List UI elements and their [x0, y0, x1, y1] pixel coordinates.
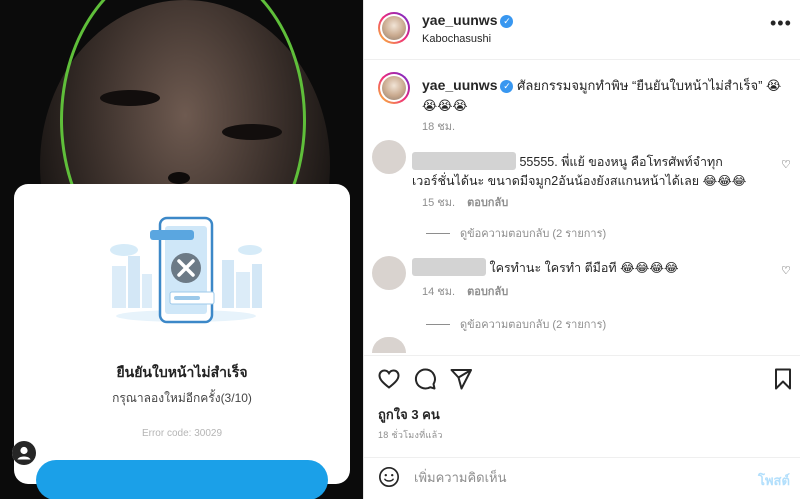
view-replies-button[interactable]: ดูข้อความตอบกลับ (2 รายการ): [426, 315, 606, 333]
comment-meta: 15 ชม. ตอบกลับ: [422, 193, 508, 211]
tagged-user-icon[interactable]: [12, 441, 36, 465]
caption-avatar[interactable]: [378, 72, 410, 104]
commenter-avatar[interactable]: [372, 337, 406, 353]
author-username[interactable]: yae_uunws: [422, 12, 497, 28]
view-replies-button[interactable]: ดูข้อความตอบกลับ (2 รายการ): [426, 224, 606, 242]
header-divider: [364, 59, 800, 60]
commenter-username-blurred[interactable]: [412, 152, 516, 170]
share-send-icon[interactable]: [448, 367, 474, 391]
likes-count[interactable]: ถูกใจ 3 คน: [378, 404, 440, 425]
commenter-username-blurred[interactable]: [412, 258, 486, 276]
dialog-subtitle: กรุณาลองใหม่อีกครั้ง(3/10): [112, 391, 252, 405]
bookmark-save-icon[interactable]: [770, 367, 796, 391]
reply-button[interactable]: ตอบกลับ: [467, 286, 508, 298]
error-code: Error code: 30029: [141, 428, 223, 439]
add-comment-divider: [364, 457, 800, 458]
verified-badge-icon: ✓: [500, 80, 514, 93]
comment-time: 14 ชม.: [422, 286, 456, 298]
add-comment-input[interactable]: [414, 467, 744, 487]
comment-meta: 14 ชม. ตอบกลับ: [422, 282, 508, 300]
emoji-smiley-icon[interactable]: [378, 466, 400, 488]
actions-divider: [364, 355, 800, 356]
post-caption: yae_uunws ✓ ศัลยกรรมจมูกทำพิษ “ยืนยันใบหน…: [422, 75, 782, 116]
caption-username[interactable]: yae_uunws: [422, 77, 497, 93]
view-replies-label: ดูข้อความตอบกลับ (2 รายการ): [460, 228, 607, 240]
dialog-title: ยืนยันใบหน้าไม่สำเร็จ: [116, 364, 248, 380]
comment: ใครทำนะ ใครทำ ตีมือที 😂😂😂😂: [412, 258, 762, 278]
verification-failed-dialog: ยืนยันใบหน้าไม่สำเร็จ กรุณาลองใหม่อีกครั…: [14, 184, 350, 499]
comment-like-icon[interactable]: ♡: [781, 264, 791, 277]
commenter-avatar[interactable]: [372, 256, 406, 290]
comment-like-icon[interactable]: ♡: [781, 158, 791, 171]
nose: [168, 172, 190, 184]
post-comment-button[interactable]: โพสต์: [758, 470, 790, 491]
location-link[interactable]: Kabochasushi: [422, 33, 491, 45]
caption-time: 18 ชม.: [422, 121, 456, 133]
author-avatar[interactable]: [378, 12, 410, 44]
person-icon: [12, 441, 36, 465]
eye-right: [222, 124, 282, 140]
eye-left: [100, 90, 160, 106]
view-replies-label: ดูข้อความตอบกลับ (2 รายการ): [460, 319, 607, 331]
verified-badge-icon: ✓: [500, 15, 514, 28]
retry-button: [36, 460, 328, 499]
comment-text: ใครทำนะ ใครทำ ตีมือที 😂😂😂😂: [489, 261, 679, 275]
reply-button[interactable]: ตอบกลับ: [467, 197, 508, 209]
post-details-panel: yae_uunws ✓ Kabochasushi ••• yae_uunws ✓ ศ…: [363, 0, 800, 499]
phone-error-illustration: [110, 216, 262, 324]
comment-time: 15 ชม.: [422, 197, 456, 209]
comment-bubble-icon[interactable]: [412, 367, 438, 391]
post-photo[interactable]: ยืนยันใบหน้าไม่สำเร็จ กรุณาลองใหม่อีกครั…: [0, 0, 363, 499]
comment: 55555. พี่แย้ ของหนู คือโทรศัพท์จำทุกเวอ…: [412, 152, 762, 191]
like-heart-icon[interactable]: [376, 367, 402, 391]
post-timestamp[interactable]: 18 ชั่วโมงที่แล้ว: [378, 428, 443, 442]
more-options-icon[interactable]: •••: [770, 14, 792, 32]
author-header: yae_uunws ✓: [422, 12, 514, 30]
commenter-avatar[interactable]: [372, 140, 406, 174]
